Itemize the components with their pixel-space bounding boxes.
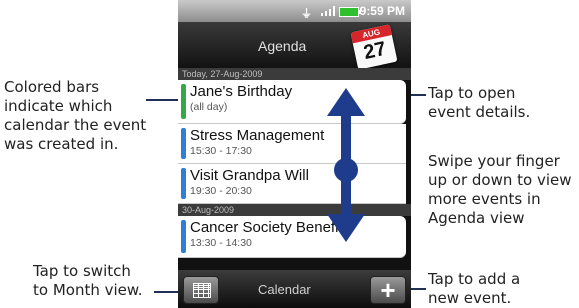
callout-line-text: was created in.: [4, 135, 119, 153]
callout-line-text: more events in: [428, 190, 541, 208]
callout-line-text: Colored bars: [4, 78, 100, 96]
callout-line-text: event details.: [428, 103, 531, 121]
callout-add-event: Tap to add a new event.: [428, 270, 578, 308]
swipe-gesture-icon: [327, 88, 365, 242]
callout-swipe: Swipe your finger up or down to view mor…: [428, 152, 578, 228]
callout-line-text: Tap to switch: [33, 262, 131, 280]
callout-line-text: new event.: [428, 289, 512, 307]
callout-tap-open: Tap to open event details.: [428, 84, 578, 122]
callout-pointer-colored-bars: [146, 97, 184, 101]
callout-line-text: Swipe your finger: [428, 152, 560, 170]
phone-screen: ⏚ 9:59 PM Agenda AUG 27 Today, 27-Aug-20…: [178, 0, 411, 308]
callout-line-text: Tap to open: [428, 84, 516, 102]
callout-line-text: calendar the event: [4, 116, 147, 134]
callout-line-text: Tap to add a: [428, 270, 521, 288]
callout-month-view: Tap to switch to Month view.: [33, 262, 173, 300]
callout-line-text: Agenda view: [428, 209, 525, 227]
callout-colored-bars: Colored bars indicate which calendar the…: [4, 78, 179, 154]
callout-line-text: up or down to view: [428, 171, 572, 189]
callout-line-text: to Month view.: [33, 281, 143, 299]
